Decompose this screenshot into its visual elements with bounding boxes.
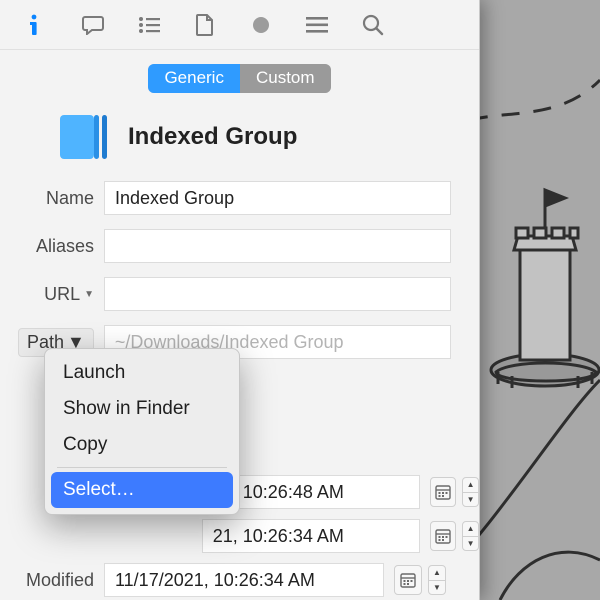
name-label: Name <box>0 188 104 209</box>
aliases-field[interactable] <box>104 229 451 263</box>
modified-field[interactable]: 11/17/2021, 10:26:34 AM <box>104 563 384 597</box>
comment-icon[interactable] <box>82 14 104 36</box>
date-stepper[interactable]: ▲▼ <box>428 565 446 595</box>
aliases-label: Aliases <box>0 236 104 257</box>
name-field[interactable]: Indexed Group <box>104 181 451 215</box>
modified-label: Modified <box>0 570 104 591</box>
menu-item-show-in-finder[interactable]: Show in Finder <box>45 391 239 427</box>
date-stepper[interactable]: ▲▼ <box>462 521 479 551</box>
url-field[interactable] <box>104 277 451 311</box>
path-context-menu: Launch Show in Finder Copy Select… <box>44 348 240 515</box>
segment-custom[interactable]: Custom <box>240 64 331 93</box>
lines-icon[interactable] <box>306 14 328 36</box>
segment-generic[interactable]: Generic <box>148 64 240 93</box>
menu-item-copy[interactable]: Copy <box>45 427 239 463</box>
search-icon[interactable] <box>362 14 384 36</box>
url-label[interactable]: URL▼ <box>0 284 104 305</box>
tag-icon[interactable] <box>250 14 272 36</box>
group-icon <box>60 115 110 159</box>
date-stepper[interactable]: ▲▼ <box>462 477 479 507</box>
item-title: Indexed Group <box>128 123 297 151</box>
calendar-button[interactable] <box>430 477 456 507</box>
date-field-2[interactable]: 21, 10:26:34 AM <box>202 519 420 553</box>
calendar-button[interactable] <box>394 565 422 595</box>
menu-separator <box>57 467 227 468</box>
chevron-down-icon: ▼ <box>84 289 94 300</box>
segmented-control: Generic Custom <box>0 50 479 111</box>
document-icon[interactable] <box>194 14 216 36</box>
info-icon[interactable] <box>26 14 48 36</box>
item-header: Indexed Group <box>0 111 479 181</box>
list-icon[interactable] <box>138 14 160 36</box>
menu-item-launch[interactable]: Launch <box>45 355 239 391</box>
calendar-button[interactable] <box>430 521 456 551</box>
inspector-toolbar <box>0 0 479 50</box>
menu-item-select[interactable]: Select… <box>51 472 233 508</box>
